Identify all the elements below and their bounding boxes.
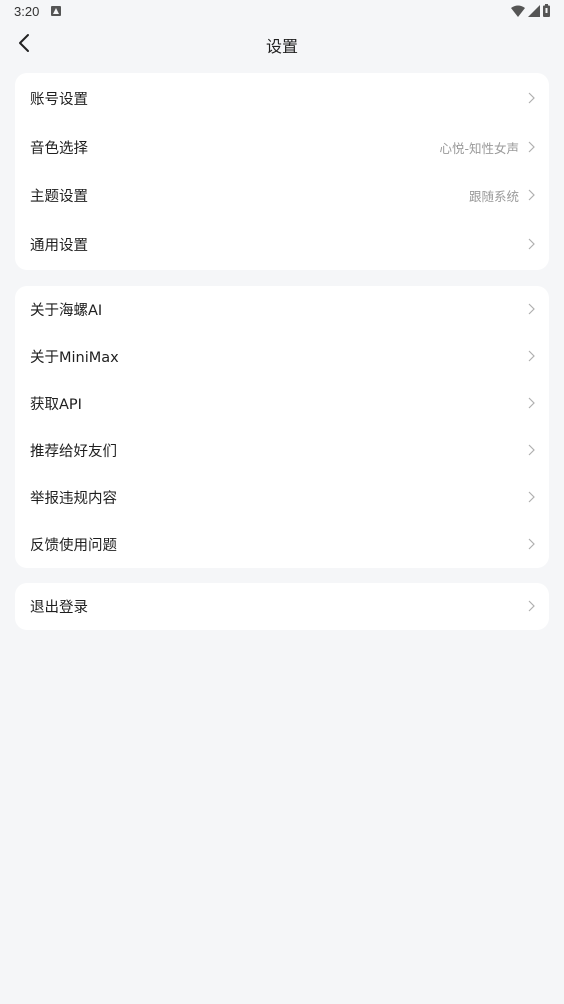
battery-icon (543, 4, 550, 17)
status-icons (511, 4, 550, 17)
row-label: 反馈使用问题 (30, 537, 117, 554)
chevron-right-icon (526, 140, 536, 154)
chevron-right-icon (526, 396, 536, 410)
chevron-right-icon (526, 237, 536, 251)
settings-row-about-minimax[interactable]: 关于MiniMax (15, 333, 549, 379)
row-label: 获取API (30, 396, 82, 413)
status-bar: 3:20 (0, 0, 564, 24)
notification-app-icon (51, 6, 61, 16)
row-label: 账号设置 (30, 91, 88, 108)
settings-row-about-hailuo[interactable]: 关于海螺AI (15, 286, 549, 332)
settings-row-logout[interactable]: 退出登录 (15, 583, 549, 629)
status-time: 3:20 (14, 4, 40, 19)
header: 设置 (0, 24, 564, 64)
row-label: 关于海螺AI (30, 302, 103, 319)
row-label: 关于MiniMax (30, 349, 119, 366)
page-title: 设置 (265, 37, 298, 56)
signal-icon (528, 4, 540, 17)
settings-row-general[interactable]: 通用设置 (15, 221, 549, 267)
settings-row-report[interactable]: 举报违规内容 (15, 474, 549, 520)
settings-group-logout: 退出登录 (15, 583, 549, 630)
chevron-right-icon (526, 349, 536, 363)
row-label: 通用设置 (30, 237, 88, 254)
settings-group-about: 关于海螺AI 关于MiniMax 获取API 推荐给好友们 举报违规内容 反馈使… (15, 286, 549, 568)
row-label: 举报违规内容 (30, 490, 117, 507)
chevron-right-icon (526, 91, 536, 105)
chevron-right-icon (526, 537, 536, 551)
row-label: 退出登录 (30, 599, 88, 616)
settings-row-feedback[interactable]: 反馈使用问题 (15, 521, 549, 567)
wifi-icon (511, 5, 525, 17)
settings-row-voice[interactable]: 音色选择 心悦-知性女声 (15, 124, 549, 170)
chevron-right-icon (526, 443, 536, 457)
row-label: 主题设置 (30, 188, 88, 205)
chevron-right-icon (526, 599, 536, 613)
chevron-right-icon (526, 490, 536, 504)
row-label: 推荐给好友们 (30, 443, 117, 460)
settings-row-theme[interactable]: 主题设置 跟随系统 (15, 172, 549, 218)
settings-row-get-api[interactable]: 获取API (15, 380, 549, 426)
row-value: 跟随系统 (468, 188, 519, 204)
settings-group-account: 账号设置 音色选择 心悦-知性女声 主题设置 跟随系统 通用设置 (15, 73, 549, 270)
row-label: 音色选择 (30, 140, 88, 157)
settings-row-recommend[interactable]: 推荐给好友们 (15, 427, 549, 473)
settings-row-account[interactable]: 账号设置 (15, 75, 549, 121)
row-value: 心悦-知性女声 (439, 140, 519, 156)
chevron-right-icon (526, 188, 536, 202)
chevron-right-icon (526, 302, 536, 316)
